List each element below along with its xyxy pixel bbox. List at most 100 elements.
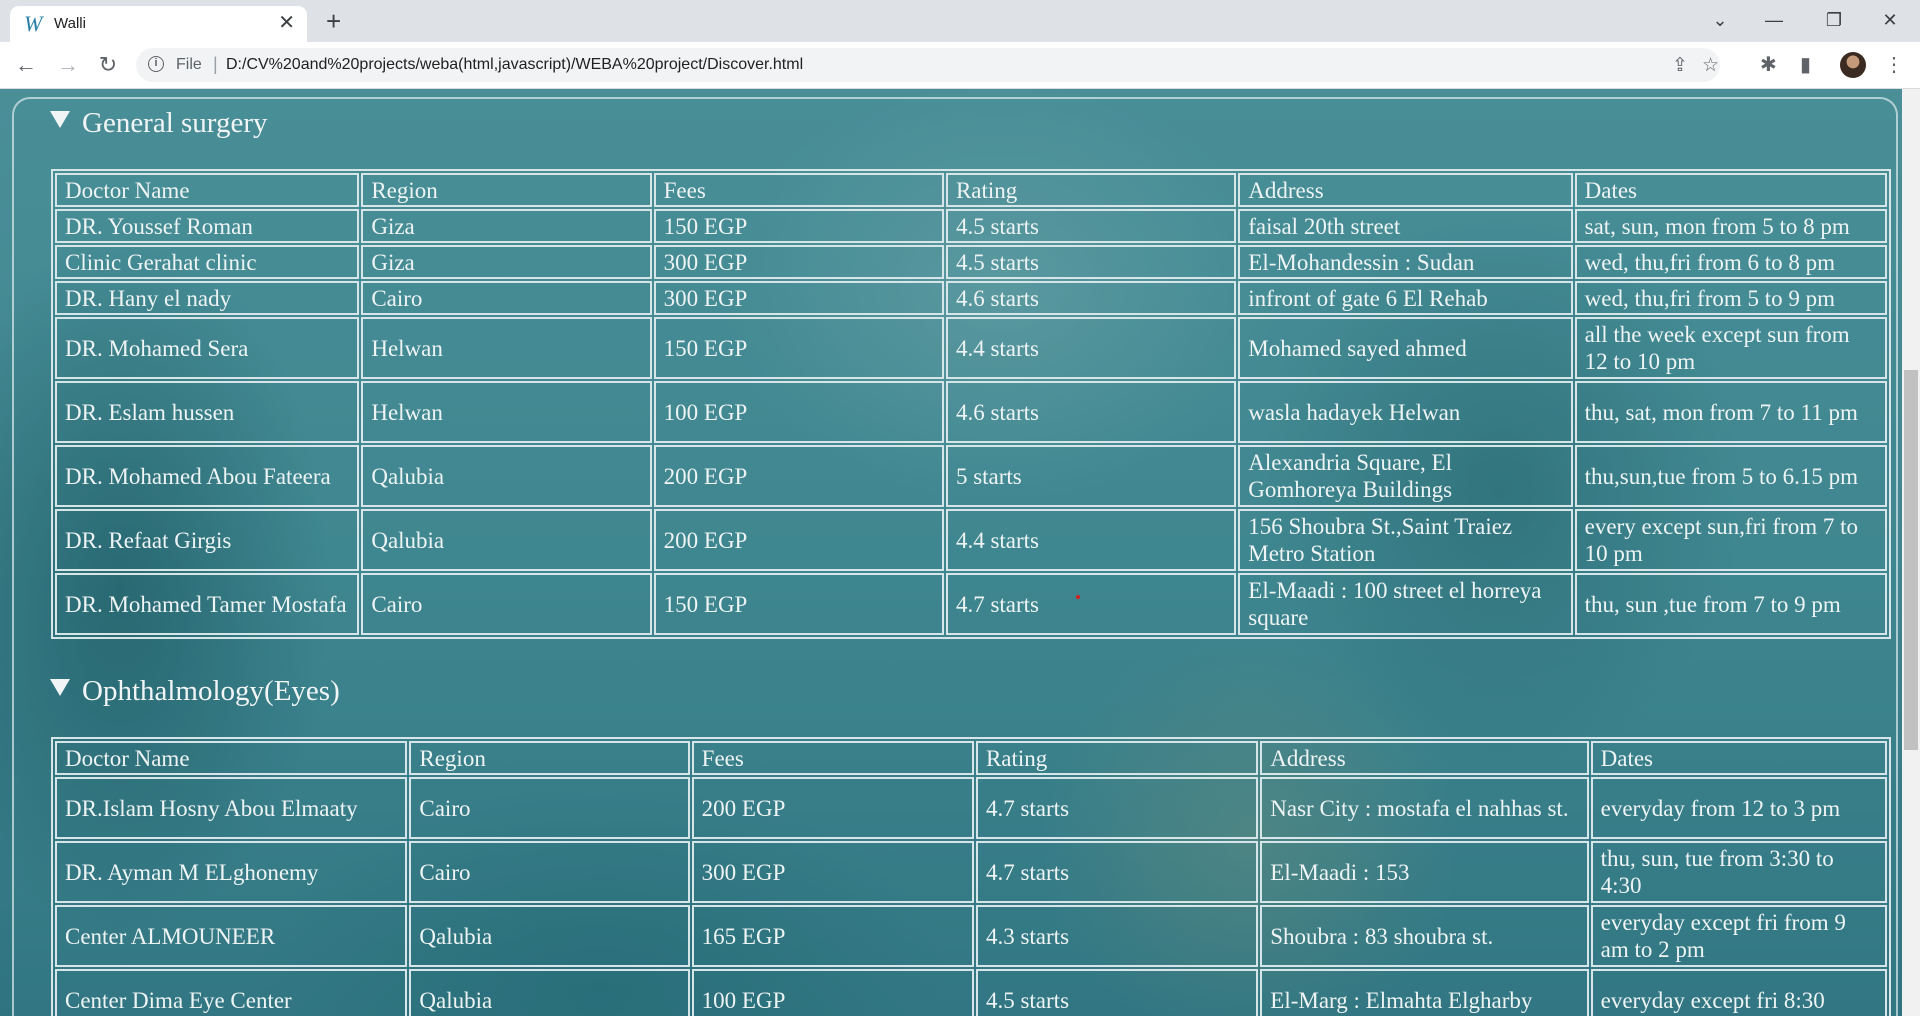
table-cell: DR. Hany el nady xyxy=(55,281,360,315)
table-cell: 4.3 starts xyxy=(975,905,1259,967)
close-tab-icon[interactable]: ✕ xyxy=(278,12,295,34)
site-info-icon[interactable]: i xyxy=(148,56,164,72)
table-row: DR. Youssef Roman Giza 150 EGP 4.5 starts fa… xyxy=(55,209,1887,243)
table-cell: Cairo xyxy=(409,841,690,903)
table-row: DR. Mohamed Tamer Mostafa Cairo 150 EGP 4.7… xyxy=(55,573,1887,635)
column-header: Doctor Name xyxy=(55,173,360,207)
table-cell: 4.6 starts xyxy=(945,381,1237,443)
reload-icon[interactable]: ↻ xyxy=(94,51,122,79)
table-cell: Shoubra : 83 shoubra st. xyxy=(1260,905,1589,967)
general-surgery-table: Doctor Name Region Fees Rating Address Dates D… xyxy=(51,169,1891,639)
minimize-icon[interactable]: — xyxy=(1746,0,1802,42)
column-header: Fees xyxy=(653,173,944,207)
table-row: DR. Hany el nady Cairo 300 EGP 4.6 starts in… xyxy=(55,281,1887,315)
table-row: DR. Eslam hussen Helwan 100 EGP 4.6 starts w… xyxy=(55,381,1887,443)
bookmark-star-icon[interactable]: ☆ xyxy=(1702,54,1719,77)
table-cell: Clinic Gerahat clinic xyxy=(55,245,360,279)
table-cell: El-Maadi : 100 street el horreya square xyxy=(1238,573,1573,635)
table-cell: DR. Mohamed Tamer Mostafa xyxy=(55,573,360,635)
column-header: Rating xyxy=(945,173,1237,207)
section-toggle-ophthalmology[interactable]: Ophthalmology(Eyes) xyxy=(50,675,340,708)
new-tab-icon[interactable]: + xyxy=(326,8,341,34)
table-cell: 100 EGP xyxy=(691,969,974,1016)
site-favicon-icon: W xyxy=(24,11,43,36)
table-cell: 4.7 starts xyxy=(975,777,1259,839)
table-cell: El-Marg : Elmahta Elgharby xyxy=(1260,969,1589,1016)
table-cell: Helwan xyxy=(361,317,652,379)
table-cell: DR. Ayman M ELghonemy xyxy=(55,841,408,903)
share-icon[interactable]: ⇪ xyxy=(1672,54,1688,77)
expanded-triangle-icon xyxy=(50,679,70,696)
table-header-row: Doctor Name Region Fees Rating Address Dates xyxy=(55,741,1887,775)
table-cell: Helwan xyxy=(361,381,652,443)
cursor-dot xyxy=(1076,595,1080,599)
table-row: Center ALMOUNEER Qalubia 165 EGP 4.3 starts… xyxy=(55,905,1887,967)
table-cell: everyday except fri from 9 am to 2 pm xyxy=(1590,905,1887,967)
table-cell: 4.7 starts xyxy=(975,841,1259,903)
tab-strip: W Walli ✕ + ⌄ — ❐ ✕ xyxy=(0,0,1920,42)
table-cell: 5 starts xyxy=(945,445,1237,507)
table-cell: Center ALMOUNEER xyxy=(55,905,408,967)
side-panel-icon[interactable]: ▮ xyxy=(1800,52,1811,77)
extensions-icon[interactable]: ✱ xyxy=(1760,52,1777,77)
table-cell: wed, thu,fri from 5 to 9 pm xyxy=(1574,281,1887,315)
column-header: Region xyxy=(361,173,652,207)
table-cell: DR. Eslam hussen xyxy=(55,381,360,443)
table-cell: Qalubia xyxy=(361,445,652,507)
table-cell: 300 EGP xyxy=(653,281,944,315)
table-row: DR. Mohamed Sera Helwan 150 EGP 4.4 starts M… xyxy=(55,317,1887,379)
table-cell: Cairo xyxy=(361,281,652,315)
table-cell: 4.4 starts xyxy=(945,509,1237,571)
table-cell: thu, sun, tue from 3:30 to 4:30 xyxy=(1590,841,1887,903)
table-cell: 4.6 starts xyxy=(945,281,1237,315)
ophthalmology-table: Doctor Name Region Fees Rating Address Dates D… xyxy=(51,737,1891,1016)
table-cell: 4.4 starts xyxy=(945,317,1237,379)
menu-icon[interactable]: ⋮ xyxy=(1884,52,1904,77)
table-cell: 300 EGP xyxy=(653,245,944,279)
section-title: Ophthalmology(Eyes) xyxy=(82,675,340,707)
back-icon[interactable]: ← xyxy=(12,51,40,79)
table-cell: Giza xyxy=(361,245,652,279)
browser-toolbar: ← → ↻ i File | D:/CV%20and%20projects/we… xyxy=(0,42,1920,89)
url-text[interactable]: D:/CV%20and%20projects/weba(html,javascr… xyxy=(226,56,803,74)
scrollbar-thumb[interactable] xyxy=(1904,370,1918,750)
table-cell: DR. Youssef Roman xyxy=(55,209,360,243)
forward-icon[interactable]: → xyxy=(54,51,82,79)
profile-avatar[interactable] xyxy=(1840,52,1866,78)
table-cell: every except sun,fri from 7 to 10 pm xyxy=(1574,509,1887,571)
table-row: Center Dima Eye Center Qalubia 100 EGP 4.5 … xyxy=(55,969,1887,1016)
table-cell: 150 EGP xyxy=(653,317,944,379)
column-header: Dates xyxy=(1574,173,1887,207)
section-toggle-general-surgery[interactable]: General surgery xyxy=(50,107,267,140)
table-cell: 4.5 starts xyxy=(945,209,1237,243)
table-cell: DR. Refaat Girgis xyxy=(55,509,360,571)
table-cell: faisal 20th street xyxy=(1238,209,1573,243)
column-header: Doctor Name xyxy=(55,741,408,775)
tab-search-icon[interactable]: ⌄ xyxy=(1692,0,1748,42)
address-bar[interactable]: i File | D:/CV%20and%20projects/weba(htm… xyxy=(136,48,1720,82)
table-cell: DR. Mohamed Abou Fateera xyxy=(55,445,360,507)
table-cell: Center Dima Eye Center xyxy=(55,969,408,1016)
table-cell: 4.5 starts xyxy=(945,245,1237,279)
table-cell: Nasr City : mostafa el nahhas st. xyxy=(1260,777,1589,839)
table-cell: 300 EGP xyxy=(691,841,974,903)
table-cell: all the week except sun from 12 to 10 pm xyxy=(1574,317,1887,379)
table-cell: everyday from 12 to 3 pm xyxy=(1590,777,1887,839)
table-row: DR. Refaat Girgis Qalubia 200 EGP 4.4 start… xyxy=(55,509,1887,571)
table-cell: Cairo xyxy=(361,573,652,635)
table-cell: 200 EGP xyxy=(691,777,974,839)
page-viewport: General surgery Doctor Name Region Fees Rat… xyxy=(0,89,1902,1016)
table-cell: thu, sun ,tue from 7 to 9 pm xyxy=(1574,573,1887,635)
column-header: Address xyxy=(1260,741,1589,775)
close-window-icon[interactable]: ✕ xyxy=(1862,0,1918,42)
table-cell: 200 EGP xyxy=(653,509,944,571)
restore-icon[interactable]: ❐ xyxy=(1806,0,1862,42)
table-cell: thu, sat, mon from 7 to 11 pm xyxy=(1574,381,1887,443)
table-cell: Alexandria Square, El Gomhoreya Building… xyxy=(1238,445,1573,507)
table-cell: 150 EGP xyxy=(653,573,944,635)
table-cell: Mohamed sayed ahmed xyxy=(1238,317,1573,379)
separator: | xyxy=(213,54,218,74)
table-cell: 4.7 starts xyxy=(945,573,1237,635)
browser-tab[interactable]: W Walli ✕ xyxy=(10,6,307,42)
column-header: Address xyxy=(1238,173,1573,207)
